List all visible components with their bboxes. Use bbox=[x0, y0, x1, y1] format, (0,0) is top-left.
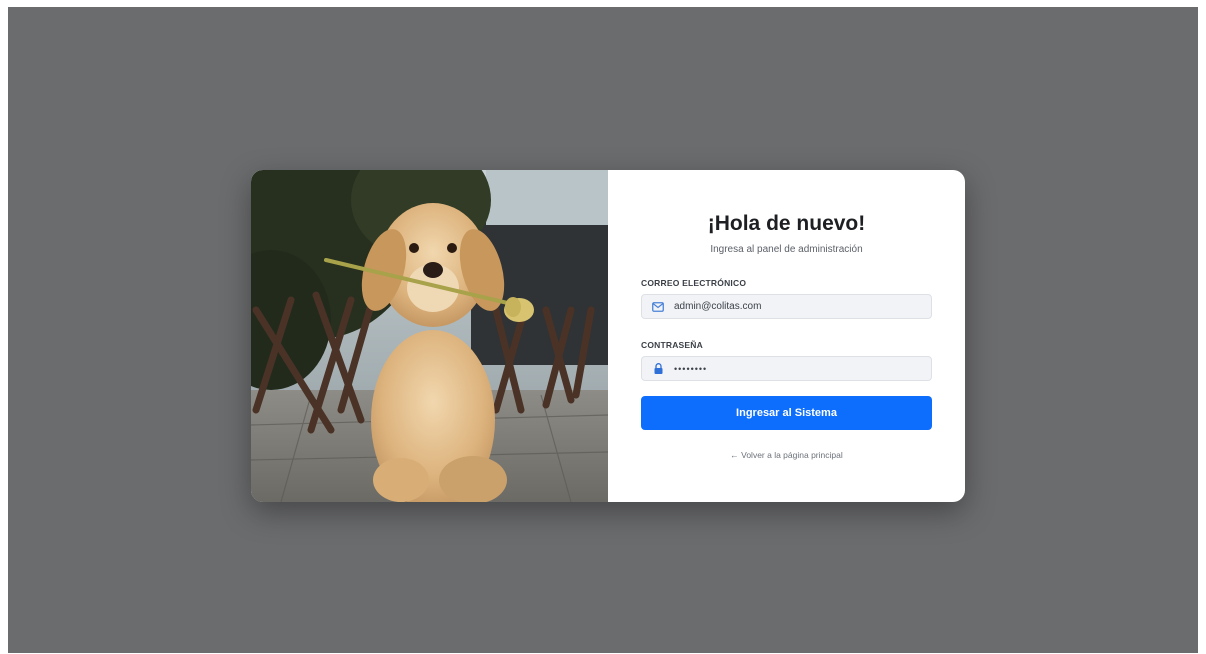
back-to-home-link[interactable]: ← Volver a la página principal bbox=[608, 450, 965, 460]
dog-photo bbox=[251, 170, 608, 502]
login-form: ¡Hola de nuevo! Ingresa al panel de admi… bbox=[608, 170, 965, 502]
login-card: ¡Hola de nuevo! Ingresa al panel de admi… bbox=[251, 170, 965, 502]
password-field[interactable]: •••••••• bbox=[641, 356, 932, 381]
password-label: CONTRASEÑA bbox=[641, 340, 703, 350]
page-subtitle: Ingresa al panel de administración bbox=[710, 244, 863, 255]
password-value: •••••••• bbox=[674, 363, 708, 374]
email-label: CORREO ELECTRÓNICO bbox=[641, 278, 747, 288]
lock-icon bbox=[642, 357, 674, 380]
envelope-icon bbox=[642, 295, 674, 318]
email-field[interactable]: admin@colitas.com bbox=[641, 294, 932, 319]
email-value: admin@colitas.com bbox=[674, 301, 762, 312]
page-title: ¡Hola de nuevo! bbox=[707, 212, 866, 235]
submit-button[interactable]: Ingresar al Sistema bbox=[641, 396, 932, 430]
